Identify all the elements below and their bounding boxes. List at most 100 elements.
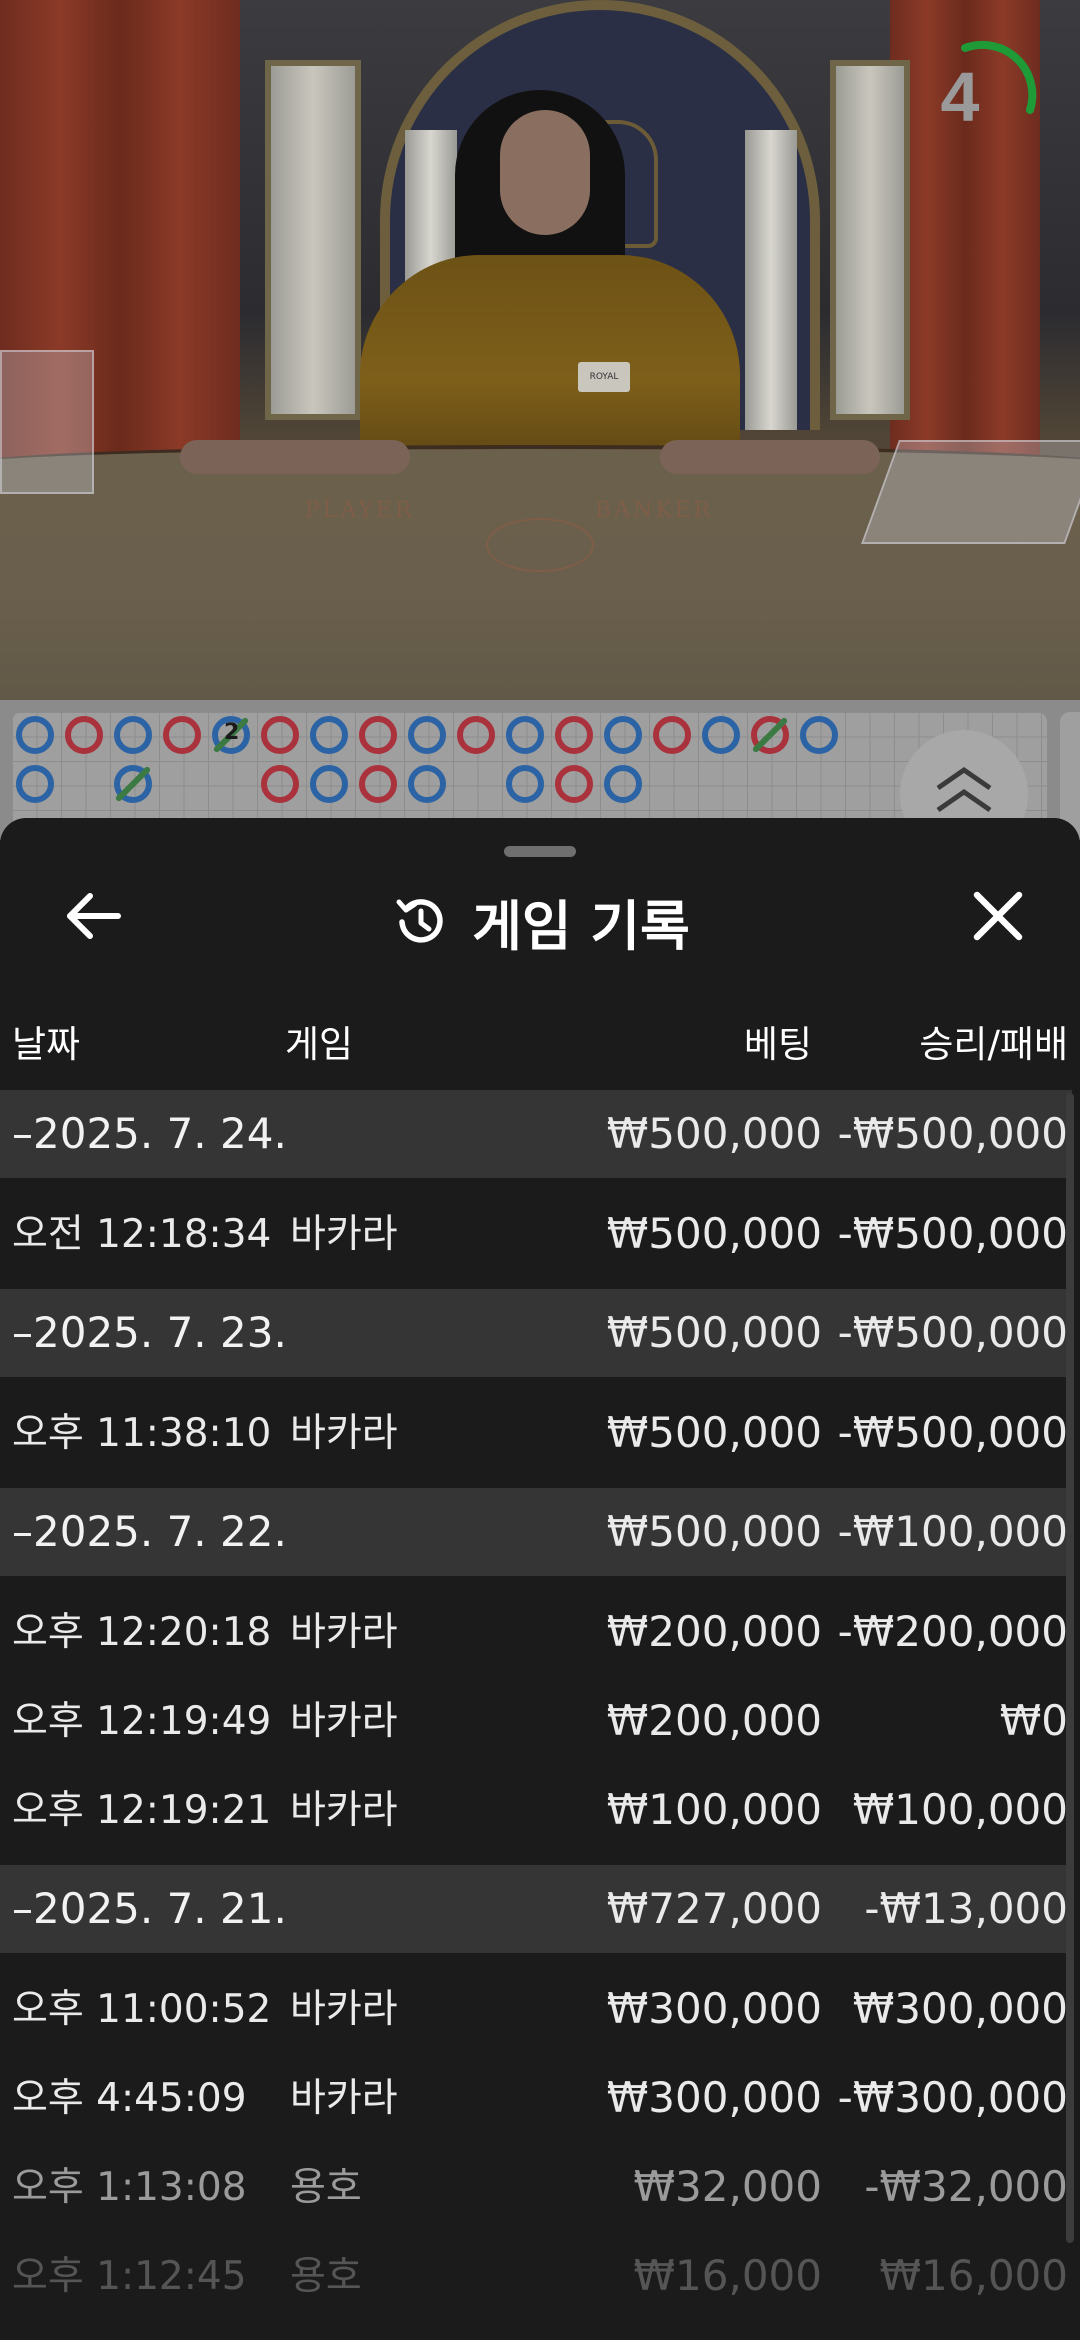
banker-bead <box>653 716 691 754</box>
player-bead <box>604 716 642 754</box>
tie-count: 2 <box>224 720 240 745</box>
entry-game: 용호 <box>290 2165 362 2210</box>
dealer-face <box>500 110 590 235</box>
player-bead <box>16 716 54 754</box>
entry-result: ₩16,000 <box>879 2251 1069 2300</box>
entry-game: 용호 <box>290 2254 362 2299</box>
group-date: –2025. 7. 23. <box>12 1308 287 1357</box>
entry-game: 바카라 <box>290 1610 398 1655</box>
entry-bet: ₩300,000 <box>606 2073 822 2122</box>
entry-result: -₩200,000 <box>837 1607 1068 1656</box>
entry-time: 오후 12:19:49 <box>12 1699 272 1744</box>
history-entry-row[interactable]: 오후 11:38:10 바카라 ₩500,000 -₩500,000 <box>0 1389 1072 1478</box>
history-list: –2025. 7. 24. ₩500,000 -₩500,000 오전 12:1… <box>0 1090 1072 2321</box>
history-entry-row[interactable]: 오후 1:13:08 용호 ₩32,000 -₩32,000 <box>0 2143 1072 2232</box>
entry-time: 오후 11:38:10 <box>12 1411 272 1456</box>
entry-bet: ₩200,000 <box>606 1607 822 1656</box>
entry-game: 바카라 <box>290 1212 398 1257</box>
entry-game: 바카라 <box>290 1411 398 1456</box>
live-video-stream: ROYAL PLAYER BANKER <box>0 0 1080 700</box>
entry-bet: ₩500,000 <box>606 1408 822 1457</box>
entry-bet: ₩300,000 <box>606 1984 822 2033</box>
history-entry-row[interactable]: 오후 12:19:49 바카라 ₩200,000 ₩0 <box>0 1677 1072 1766</box>
banker-bead <box>261 716 299 754</box>
dealer-name-tag: ROYAL <box>578 362 630 392</box>
history-entry-row[interactable]: 오후 11:00:52 바카라 ₩300,000 ₩300,000 <box>0 1965 1072 2054</box>
countdown-timer-value: 4 <box>940 58 980 136</box>
close-icon <box>973 891 1023 941</box>
group-bet-total: ₩500,000 <box>606 1308 822 1357</box>
player-bead <box>310 716 348 754</box>
banker-bead <box>359 765 397 803</box>
group-date: –2025. 7. 22. <box>12 1507 287 1556</box>
banker-bead <box>555 716 593 754</box>
entry-time: 오후 1:12:45 <box>12 2254 247 2299</box>
dealer-arm-right <box>660 440 880 474</box>
player-bead <box>506 716 544 754</box>
close-button[interactable] <box>955 878 1029 952</box>
player-bead <box>604 765 642 803</box>
entry-result: -₩500,000 <box>837 1209 1068 1258</box>
group-result-total: -₩100,000 <box>837 1507 1068 1556</box>
sheet-header: 게임 기록 <box>0 882 1080 958</box>
column-right <box>745 130 797 430</box>
pillar-right <box>830 60 910 420</box>
player-bead <box>702 716 740 754</box>
group-result-total: -₩500,000 <box>837 1308 1068 1357</box>
group-bet-total: ₩727,000 <box>606 1884 822 1933</box>
player-bead <box>408 765 446 803</box>
group-date: –2025. 7. 21. <box>12 1884 287 1933</box>
player-bead <box>114 716 152 754</box>
entry-bet: ₩32,000 <box>633 2162 823 2211</box>
entry-time: 오전 12:18:34 <box>12 1212 272 1257</box>
group-bet-total: ₩500,000 <box>606 1109 822 1158</box>
sheet-drag-handle[interactable] <box>504 846 576 857</box>
entry-game: 바카라 <box>290 1987 398 2032</box>
player-bead <box>800 716 838 754</box>
entry-game: 바카라 <box>290 1699 398 1744</box>
group-result-total: -₩500,000 <box>837 1109 1068 1158</box>
history-entry-row[interactable]: 오후 12:20:18 바카라 ₩200,000 -₩200,000 <box>0 1588 1072 1677</box>
felt-player-label: PLAYER <box>305 498 415 523</box>
entry-bet: ₩100,000 <box>606 1785 822 1834</box>
date-group-row[interactable]: –2025. 7. 24. ₩500,000 -₩500,000 <box>0 1090 1072 1178</box>
pillar-left <box>265 60 361 420</box>
entry-result: -₩500,000 <box>837 1408 1068 1457</box>
history-entry-row[interactable]: 오전 12:18:34 바카라 ₩500,000 -₩500,000 <box>0 1190 1072 1279</box>
column-header-result: 승리/패배 <box>919 1023 1068 1066</box>
entry-result: ₩100,000 <box>852 1785 1068 1834</box>
dealer-arm-left <box>180 440 410 474</box>
entry-time: 오후 12:19:21 <box>12 1788 272 1833</box>
banker-bead <box>555 765 593 803</box>
entry-bet: ₩200,000 <box>606 1696 822 1745</box>
entry-game: 바카라 <box>290 2076 398 2121</box>
banker-bead <box>457 716 495 754</box>
column-header-date: 날짜 <box>12 1023 81 1066</box>
group-result-total: -₩13,000 <box>864 1884 1068 1933</box>
entry-time: 오후 1:13:08 <box>12 2165 247 2210</box>
column-header-bet: 베팅 <box>743 1023 812 1066</box>
card-holder-left <box>0 350 94 494</box>
felt-crest-logo <box>486 518 594 572</box>
entry-bet: ₩500,000 <box>606 1209 822 1258</box>
history-scrollbar[interactable] <box>1066 1093 1074 2243</box>
entry-result: -₩300,000 <box>837 2073 1068 2122</box>
game-history-sheet: 게임 기록 날짜 게임 베팅 승리/패배 –2025. 7. 24. ₩500,… <box>0 818 1080 2340</box>
date-group-row[interactable]: –2025. 7. 22. ₩500,000 -₩100,000 <box>0 1488 1072 1576</box>
entry-result: -₩32,000 <box>864 2162 1068 2211</box>
player-bead <box>310 765 348 803</box>
entry-game: 바카라 <box>290 1788 398 1833</box>
entry-result: ₩300,000 <box>852 1984 1068 2033</box>
entry-time: 오후 11:00:52 <box>12 1987 272 2032</box>
banker-bead <box>163 716 201 754</box>
entry-result: ₩0 <box>999 1696 1068 1745</box>
date-group-row[interactable]: –2025. 7. 21. ₩727,000 -₩13,000 <box>0 1865 1072 1953</box>
entry-time: 오후 12:20:18 <box>12 1610 272 1655</box>
history-entry-row[interactable]: 오후 1:12:45 용호 ₩16,000 ₩16,000 <box>0 2232 1072 2321</box>
chevron-double-up-icon <box>936 766 992 813</box>
banker-bead <box>261 765 299 803</box>
history-entry-row[interactable]: 오후 4:45:09 바카라 ₩300,000 -₩300,000 <box>0 2054 1072 2143</box>
date-group-row[interactable]: –2025. 7. 23. ₩500,000 -₩500,000 <box>0 1289 1072 1377</box>
history-entry-row[interactable]: 오후 12:19:21 바카라 ₩100,000 ₩100,000 <box>0 1766 1072 1855</box>
group-date: –2025. 7. 24. <box>12 1109 287 1158</box>
